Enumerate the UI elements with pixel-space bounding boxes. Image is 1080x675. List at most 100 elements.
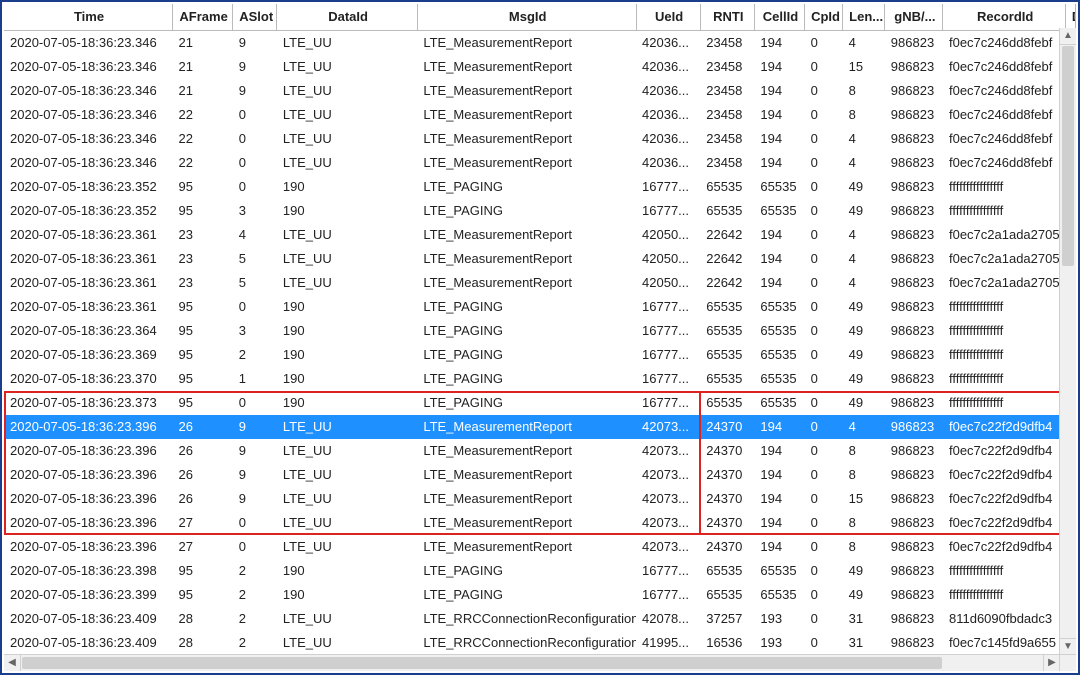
cell-time: 2020-07-05-18:36:23.361 xyxy=(4,247,173,271)
vertical-scroll-thumb[interactable] xyxy=(1062,46,1074,266)
cell-aslot: 9 xyxy=(233,415,277,439)
cell-time: 2020-07-05-18:36:23.396 xyxy=(4,487,173,511)
cell-recid: ffffffffffffffff xyxy=(943,367,1065,391)
col-ueid[interactable]: UeId xyxy=(636,4,700,31)
cell-cpid: 0 xyxy=(805,151,843,175)
cell-cpid: 0 xyxy=(805,271,843,295)
table-row[interactable]: 2020-07-05-18:36:23.399952190LTE_PAGING1… xyxy=(4,583,1076,607)
horizontal-scroll-thumb[interactable] xyxy=(22,657,942,669)
table-row[interactable]: 2020-07-05-18:36:23.346219LTE_UULTE_Meas… xyxy=(4,31,1076,56)
cell-gnb: 986823 xyxy=(885,223,943,247)
scroll-left-arrow-icon[interactable]: ◀ xyxy=(4,655,21,671)
cell-msgid: LTE_PAGING xyxy=(417,367,636,391)
scroll-down-arrow-icon[interactable]: ▼ xyxy=(1060,638,1076,655)
col-gnb[interactable]: gNB/... xyxy=(885,4,943,31)
cell-cellid: 65535 xyxy=(754,319,804,343)
cell-ueid: 42073... xyxy=(636,511,700,535)
cell-aslot: 5 xyxy=(233,247,277,271)
cell-cellid: 194 xyxy=(754,487,804,511)
col-cpid[interactable]: CpId xyxy=(805,4,843,31)
cell-dataid: 190 xyxy=(277,559,417,583)
cell-len: 4 xyxy=(843,31,885,56)
cell-gnb: 986823 xyxy=(885,415,943,439)
col-aslot[interactable]: ASlot xyxy=(233,4,277,31)
col-cellid[interactable]: CellId xyxy=(754,4,804,31)
table-row[interactable]: 2020-07-05-18:36:23.346220LTE_UULTE_Meas… xyxy=(4,127,1076,151)
cell-cpid: 0 xyxy=(805,247,843,271)
cell-ueid: 42050... xyxy=(636,271,700,295)
cell-ueid: 16777... xyxy=(636,319,700,343)
cell-recid: f0ec7c22f2d9dfb4 xyxy=(943,415,1065,439)
table-row[interactable]: 2020-07-05-18:36:23.396269LTE_UULTE_Meas… xyxy=(4,463,1076,487)
table-row[interactable]: 2020-07-05-18:36:23.369952190LTE_PAGING1… xyxy=(4,343,1076,367)
col-msgid[interactable]: MsgId xyxy=(417,4,636,31)
table-row[interactable]: 2020-07-05-18:36:23.370951190LTE_PAGING1… xyxy=(4,367,1076,391)
scroll-right-arrow-icon[interactable]: ▶ xyxy=(1043,655,1060,671)
table-row[interactable]: 2020-07-05-18:36:23.346220LTE_UULTE_Meas… xyxy=(4,151,1076,175)
scroll-up-arrow-icon[interactable]: ▲ xyxy=(1060,28,1076,45)
table-row[interactable]: 2020-07-05-18:36:23.364953190LTE_PAGING1… xyxy=(4,319,1076,343)
cell-aslot: 2 xyxy=(233,559,277,583)
table-row[interactable]: 2020-07-05-18:36:23.396269LTE_UULTE_Meas… xyxy=(4,487,1076,511)
table-row[interactable]: 2020-07-05-18:36:23.361235LTE_UULTE_Meas… xyxy=(4,271,1076,295)
cell-cpid: 0 xyxy=(805,343,843,367)
cell-time: 2020-07-05-18:36:23.346 xyxy=(4,151,173,175)
cell-msgid: LTE_MeasurementReport xyxy=(417,247,636,271)
cell-dataid: LTE_UU xyxy=(277,55,417,79)
cell-len: 31 xyxy=(843,607,885,631)
cell-rnti: 23458 xyxy=(700,103,754,127)
cell-len: 49 xyxy=(843,199,885,223)
cell-aslot: 2 xyxy=(233,343,277,367)
table-row[interactable]: 2020-07-05-18:36:23.396269LTE_UULTE_Meas… xyxy=(4,415,1076,439)
col-aframe[interactable]: AFrame xyxy=(173,4,233,31)
cell-time: 2020-07-05-18:36:23.409 xyxy=(4,607,173,631)
table-row[interactable]: 2020-07-05-18:36:23.396269LTE_UULTE_Meas… xyxy=(4,439,1076,463)
cell-dataid: LTE_UU xyxy=(277,271,417,295)
cell-len: 4 xyxy=(843,127,885,151)
cell-len: 49 xyxy=(843,175,885,199)
table-row[interactable]: 2020-07-05-18:36:23.396270LTE_UULTE_Meas… xyxy=(4,535,1076,559)
table-row[interactable]: 2020-07-05-18:36:23.346220LTE_UULTE_Meas… xyxy=(4,103,1076,127)
table-row[interactable]: 2020-07-05-18:36:23.398952190LTE_PAGING1… xyxy=(4,559,1076,583)
table-row[interactable]: 2020-07-05-18:36:23.396270LTE_UULTE_Meas… xyxy=(4,511,1076,535)
cell-dataid: LTE_UU xyxy=(277,415,417,439)
cell-time: 2020-07-05-18:36:23.352 xyxy=(4,175,173,199)
vertical-scrollbar[interactable]: ▲ ▼ xyxy=(1059,28,1076,655)
cell-rnti: 24370 xyxy=(700,535,754,559)
cell-cpid: 0 xyxy=(805,103,843,127)
col-rnti[interactable]: RNTI xyxy=(700,4,754,31)
col-time[interactable]: Time xyxy=(4,4,173,31)
cell-gnb: 986823 xyxy=(885,31,943,56)
cell-aslot: 3 xyxy=(233,319,277,343)
table-row[interactable]: 2020-07-05-18:36:23.361235LTE_UULTE_Meas… xyxy=(4,247,1076,271)
cell-gnb: 986823 xyxy=(885,487,943,511)
table-row[interactable]: 2020-07-05-18:36:23.352950190LTE_PAGING1… xyxy=(4,175,1076,199)
cell-cellid: 65535 xyxy=(754,559,804,583)
cell-cpid: 0 xyxy=(805,55,843,79)
horizontal-scrollbar[interactable]: ◀ ▶ xyxy=(4,654,1060,671)
cell-aslot: 0 xyxy=(233,151,277,175)
col-dataid[interactable]: DataId xyxy=(277,4,417,31)
col-recid[interactable]: RecordId xyxy=(943,4,1065,31)
cell-gnb: 986823 xyxy=(885,559,943,583)
table-row[interactable]: 2020-07-05-18:36:23.409282LTE_UULTE_RRCC… xyxy=(4,607,1076,631)
cell-aframe: 95 xyxy=(173,295,233,319)
table-row[interactable]: 2020-07-05-18:36:23.352953190LTE_PAGING1… xyxy=(4,199,1076,223)
table-row[interactable]: 2020-07-05-18:36:23.361234LTE_UULTE_Meas… xyxy=(4,223,1076,247)
cell-cellid: 65535 xyxy=(754,391,804,415)
table-row[interactable]: 2020-07-05-18:36:23.373950190LTE_PAGING1… xyxy=(4,391,1076,415)
column-header-row[interactable]: Time AFrame ASlot DataId MsgId UeId RNTI… xyxy=(4,4,1076,31)
table-row[interactable]: 2020-07-05-18:36:23.346219LTE_UULTE_Meas… xyxy=(4,79,1076,103)
table-row[interactable]: 2020-07-05-18:36:23.346219LTE_UULTE_Meas… xyxy=(4,55,1076,79)
cell-cellid: 65535 xyxy=(754,295,804,319)
grid-viewport[interactable]: Time AFrame ASlot DataId MsgId UeId RNTI… xyxy=(4,4,1076,655)
cell-time: 2020-07-05-18:36:23.370 xyxy=(4,367,173,391)
cell-dataid: LTE_UU xyxy=(277,103,417,127)
log-table[interactable]: Time AFrame ASlot DataId MsgId UeId RNTI… xyxy=(4,4,1076,655)
col-len[interactable]: Len... xyxy=(843,4,885,31)
cell-aframe: 23 xyxy=(173,271,233,295)
cell-ueid: 42036... xyxy=(636,103,700,127)
table-row[interactable]: 2020-07-05-18:36:23.409282LTE_UULTE_RRCC… xyxy=(4,631,1076,655)
col-d[interactable]: D xyxy=(1065,4,1075,31)
table-row[interactable]: 2020-07-05-18:36:23.361950190LTE_PAGING1… xyxy=(4,295,1076,319)
